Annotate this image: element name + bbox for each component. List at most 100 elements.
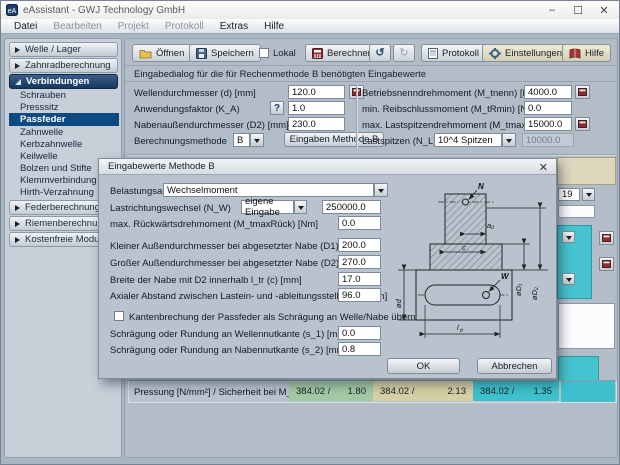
- svg-text:a₀: a₀: [487, 221, 494, 230]
- app-window: eA eAssistant - GWJ Technology GmbH – ☐ …: [0, 0, 620, 465]
- pressure-label: Pressung [N/mm²] / Sicherheit bei M_tmax…: [134, 387, 316, 398]
- lastrichtungswechsel-dropdown-button[interactable]: [294, 200, 307, 214]
- belastungsart-dropdown-button[interactable]: [374, 183, 388, 197]
- berechnungsmethode-select[interactable]: B: [233, 133, 250, 147]
- norm-row-dropdown-button[interactable]: [582, 188, 595, 201]
- local-checkbox[interactable]: Lokal: [253, 44, 302, 62]
- hidden-dropdown-button[interactable]: [562, 231, 575, 243]
- betriebsnenndrehmoment-input[interactable]: [524, 85, 572, 99]
- svg-text:eA: eA: [8, 8, 17, 15]
- minimize-icon[interactable]: –: [545, 4, 559, 16]
- kantenbrechung-checkbox[interactable]: [114, 311, 124, 321]
- svg-text:N: N: [478, 182, 484, 191]
- document-icon: [428, 47, 438, 59]
- save-button[interactable]: Speichern: [189, 44, 261, 62]
- calc-helper-button[interactable]: [599, 257, 614, 271]
- chevron-down-icon: [565, 235, 572, 243]
- field-label: Anwendungsfaktor (K_A): [134, 104, 240, 115]
- pressure-cell-teal: 384.02 /1.35: [473, 381, 559, 401]
- chevron-right-icon: [15, 62, 20, 69]
- chevron-down-icon: [585, 193, 592, 200]
- pressure-cell-green: 384.02 /1.80: [289, 381, 373, 401]
- book-icon: [569, 48, 581, 59]
- chevron-down-icon: [297, 205, 304, 213]
- menu-bar: Datei Bearbeiten Projekt Protokoll Extra…: [1, 19, 619, 34]
- lastspitzen-dropdown-button[interactable]: [502, 133, 516, 147]
- calc-helper-button[interactable]: [575, 117, 590, 131]
- wrench-icon: [489, 47, 501, 59]
- field-label: Belastungsart:: [110, 186, 171, 197]
- c-input[interactable]: [338, 272, 381, 286]
- keyway-diagram: N W a₀ c øD₁ øD₂ ød l tr: [390, 178, 555, 348]
- dialog-close-icon[interactable]: ✕: [539, 161, 548, 174]
- hidden-dropdown-button[interactable]: [562, 273, 575, 285]
- undo-icon: ↺: [375, 47, 385, 59]
- field-label: min. Reibschlussmoment (M_tRmin) [Nm]: [362, 104, 538, 115]
- lastspitzen-count-input: [522, 133, 574, 147]
- dialog-title-bar[interactable]: Eingabewerte Methode B ✕: [99, 159, 556, 175]
- rueckwaertsdrehmoment-input[interactable]: [338, 216, 381, 230]
- redo-icon: ↻: [399, 47, 409, 59]
- calc-helper-button[interactable]: [575, 85, 590, 99]
- calculator-icon: [578, 88, 587, 96]
- calculator-icon: [602, 260, 611, 268]
- chevron-right-icon: [15, 46, 20, 53]
- chevron-down-icon: [378, 188, 384, 196]
- lastrichtungswechsel-input[interactable]: [322, 200, 381, 214]
- norm-row-input[interactable]: [558, 188, 580, 201]
- sidebar-group-welle-lager[interactable]: Welle / Lager: [9, 42, 118, 57]
- hidden-text-area: [558, 303, 615, 349]
- sidebar-item-passfeder[interactable]: Passfeder: [9, 113, 119, 126]
- nabenaussendurchmesser-input[interactable]: [288, 117, 345, 131]
- d2-input[interactable]: [338, 255, 381, 269]
- calculator-icon: [312, 47, 323, 59]
- close-icon[interactable]: ✕: [597, 4, 611, 17]
- svg-text:tr: tr: [460, 328, 465, 334]
- field-label: Wellendurchmesser (d) [mm]: [134, 88, 256, 99]
- window-title: eAssistant - GWJ Technology GmbH: [23, 4, 186, 16]
- field-label: Schrägung oder Rundung an Wellennutkante…: [110, 329, 348, 340]
- settings-button[interactable]: Einstellungen: [482, 44, 570, 62]
- chevron-down-icon: [565, 277, 572, 285]
- app-icon: eA: [6, 4, 18, 16]
- title-bar[interactable]: eA eAssistant - GWJ Technology GmbH – ☐ …: [1, 1, 619, 19]
- undo-button[interactable]: ↺: [369, 44, 391, 62]
- menu-bearbeiten[interactable]: Bearbeiten: [46, 21, 108, 32]
- menu-datei[interactable]: Datei: [7, 21, 44, 32]
- maximize-icon[interactable]: ☐: [571, 4, 585, 17]
- belastungsart-select[interactable]: Wechselmoment: [163, 183, 374, 197]
- field-label: Lastspitzen (N_L): [362, 136, 437, 147]
- anwendungsfaktor-input[interactable]: [288, 101, 345, 115]
- menu-protokoll[interactable]: Protokoll: [158, 21, 211, 32]
- calc-helper-button[interactable]: [599, 231, 614, 245]
- field-label: Großer Außendurchmesser bei abgesetzter …: [110, 258, 363, 269]
- sidebar-group-verbindungen[interactable]: Verbindungen: [9, 74, 118, 89]
- a0-input[interactable]: [338, 288, 381, 302]
- berechnungsmethode-dropdown-button[interactable]: [250, 133, 264, 147]
- help-button[interactable]: Hilfe: [562, 44, 612, 62]
- d1-input[interactable]: [338, 238, 381, 252]
- chevron-down-icon: [254, 138, 260, 146]
- field-label: Schrägung oder Rundung an Nabennutkante …: [110, 345, 348, 356]
- menu-extras[interactable]: Extras: [213, 21, 255, 32]
- info-button[interactable]: ?: [270, 101, 284, 115]
- reibschlussmoment-input[interactable]: [524, 101, 572, 115]
- ok-button[interactable]: OK: [387, 358, 460, 374]
- chevron-expanded-icon: [15, 78, 21, 85]
- s2-input[interactable]: [338, 342, 381, 356]
- cancel-button[interactable]: Abbrechen: [477, 358, 552, 374]
- s1-input[interactable]: [338, 326, 381, 340]
- lastrichtungswechsel-select[interactable]: eigene Eingabe: [241, 196, 294, 218]
- sidebar-group-zahnradberechnung[interactable]: Zahnradberechnung: [9, 58, 118, 73]
- field-label: Lastrichtungswechsel (N_W): [110, 203, 231, 214]
- lastspitzendrehmoment-input[interactable]: [524, 117, 572, 131]
- open-button[interactable]: Öffnen: [132, 44, 192, 62]
- chevron-right-icon: [15, 204, 20, 211]
- menu-projekt[interactable]: Projekt: [111, 21, 156, 32]
- redo-button[interactable]: ↻: [393, 44, 415, 62]
- lastspitzen-select[interactable]: 10^4 Spitzen: [434, 133, 502, 147]
- svg-text:øD₂: øD₂: [530, 287, 539, 300]
- protocol-button[interactable]: Protokoll: [421, 44, 486, 62]
- menu-hilfe[interactable]: Hilfe: [257, 21, 291, 32]
- wellendurchmesser-input[interactable]: [288, 85, 345, 99]
